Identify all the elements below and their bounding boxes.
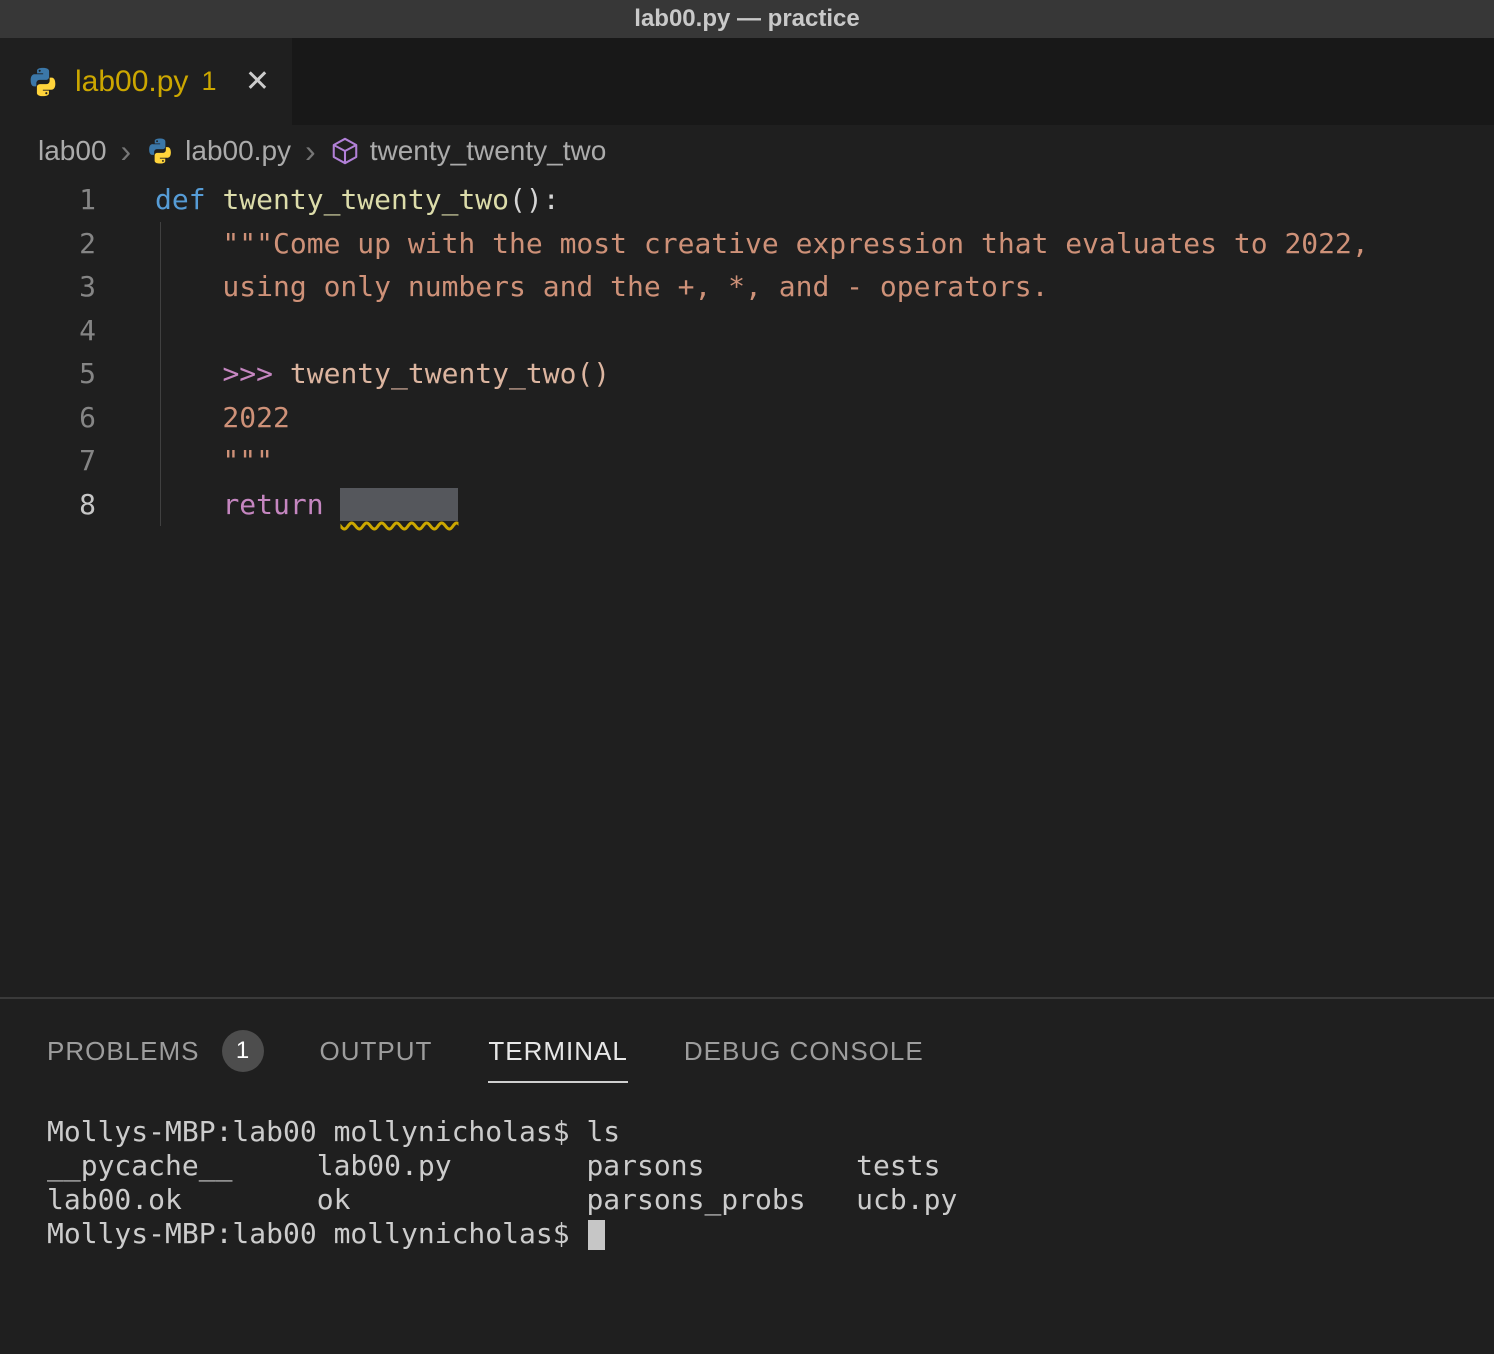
line-number[interactable]: 1	[0, 178, 96, 222]
code-line: """	[155, 439, 1494, 483]
terminal-line: Mollys-MBP:lab00 mollynicholas$ ls	[47, 1115, 1494, 1149]
symbol-method-icon	[330, 136, 360, 166]
code-token	[206, 183, 223, 216]
chevron-right-icon: ›	[121, 135, 132, 167]
line-number[interactable]: 6	[0, 396, 96, 440]
line-number[interactable]: 7	[0, 439, 96, 483]
tab-bar: lab00.py 1 ✕	[0, 38, 1494, 125]
code-line	[155, 309, 1494, 353]
code-token	[155, 488, 222, 521]
line-number[interactable]: 3	[0, 265, 96, 309]
code-line: def twenty_twenty_two():	[155, 178, 1494, 222]
code-token: >>>	[222, 357, 289, 390]
terminal-line: Mollys-MBP:lab00 mollynicholas$	[47, 1217, 1494, 1251]
code-token	[324, 488, 341, 521]
panel-tab-label: PROBLEMS	[47, 1036, 200, 1067]
panel-tab-bar: PROBLEMS 1 OUTPUT TERMINAL DEBUG CONSOLE	[0, 999, 1494, 1083]
code-token: 2022	[155, 401, 290, 434]
editor-line[interactable]: 4	[0, 309, 1494, 353]
code-token: twenty_twenty_two()	[290, 357, 610, 390]
line-number[interactable]: 5	[0, 352, 96, 396]
code-token: """Come up with the most creative expres…	[155, 227, 1369, 260]
code-token: twenty_twenty_two	[222, 183, 509, 216]
tab-label: lab00.py	[75, 65, 188, 99]
editor-line[interactable]: 1 def twenty_twenty_two():	[0, 178, 1494, 222]
chevron-right-icon: ›	[305, 135, 316, 167]
python-icon	[145, 136, 175, 166]
panel-tab-output[interactable]: OUTPUT	[320, 1027, 433, 1083]
editor-line[interactable]: 7 """	[0, 439, 1494, 483]
editor-line[interactable]: 3 using only numbers and the +, *, and -…	[0, 265, 1494, 309]
line-number[interactable]: 4	[0, 309, 96, 353]
editor-line[interactable]: 5 >>> twenty_twenty_two()	[0, 352, 1494, 396]
problems-count-badge: 1	[222, 1030, 264, 1072]
code-line: return	[155, 483, 1494, 527]
editor-line[interactable]: 2 """Come up with the most creative expr…	[0, 222, 1494, 266]
tab-warning-count: 1	[201, 66, 216, 97]
python-icon	[26, 65, 60, 99]
window-titlebar: lab00.py — practice	[0, 0, 1494, 38]
breadcrumb: lab00 › lab00.py › twenty_twenty_two	[0, 125, 1494, 177]
code-line: 2022	[155, 396, 1494, 440]
bottom-panel: PROBLEMS 1 OUTPUT TERMINAL DEBUG CONSOLE Mol…	[0, 997, 1494, 1354]
panel-tab-terminal[interactable]: TERMINAL	[488, 1027, 627, 1083]
editor-lines: 1def twenty_twenty_two():2 """Come up wi…	[0, 178, 1494, 526]
terminal-line: lab00.ok ok parsons_probs ucb.py	[47, 1183, 1494, 1217]
terminal-line: __pycache__ lab00.py parsons tests	[47, 1149, 1494, 1183]
panel-tab-debug-console[interactable]: DEBUG CONSOLE	[684, 1027, 924, 1083]
code-line: """Come up with the most creative expres…	[155, 222, 1494, 266]
breadcrumb-file[interactable]: lab00.py	[185, 135, 291, 167]
code-line: >>> twenty_twenty_two()	[155, 352, 1494, 396]
breadcrumb-symbol[interactable]: twenty_twenty_two	[370, 135, 607, 167]
terminal[interactable]: Mollys-MBP:lab00 mollynicholas$ ls__pyca…	[0, 1115, 1494, 1251]
code-editor[interactable]: 1def twenty_twenty_two():2 """Come up wi…	[0, 177, 1494, 997]
code-token: return	[222, 488, 323, 521]
close-icon[interactable]: ✕	[245, 64, 270, 99]
terminal-cursor	[588, 1220, 605, 1250]
code-token: ():	[509, 183, 560, 216]
tab-lab00-py[interactable]: lab00.py 1 ✕	[0, 38, 292, 125]
code-line: using only numbers and the +, *, and - o…	[155, 265, 1494, 309]
editor-line[interactable]: 8 return	[0, 483, 1494, 527]
panel-tab-label: DEBUG CONSOLE	[684, 1036, 924, 1067]
panel-tab-label: TERMINAL	[488, 1036, 627, 1067]
window-title: lab00.py — practice	[634, 5, 859, 33]
panel-tab-label: OUTPUT	[320, 1036, 433, 1067]
line-number[interactable]: 8	[0, 483, 96, 527]
panel-tab-problems[interactable]: PROBLEMS 1	[47, 1027, 264, 1083]
code-token: """	[155, 444, 273, 477]
code-token	[155, 357, 222, 390]
breadcrumb-folder[interactable]: lab00	[38, 135, 107, 167]
line-number[interactable]: 2	[0, 222, 96, 266]
editor-line[interactable]: 6 2022	[0, 396, 1494, 440]
warning-selection	[340, 488, 458, 521]
code-token: using only numbers and the +, *, and - o…	[155, 270, 1048, 303]
code-token: def	[155, 183, 206, 216]
